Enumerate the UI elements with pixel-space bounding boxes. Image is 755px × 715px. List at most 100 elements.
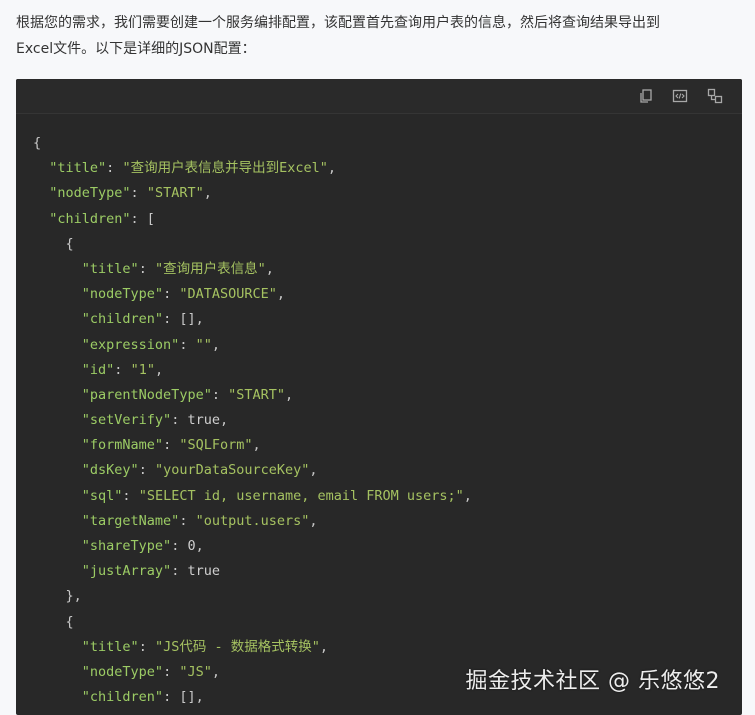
- code-token: :: [163, 286, 180, 303]
- code-line: "nodeType": "JS",: [33, 660, 472, 685]
- layout-icon[interactable]: [707, 88, 723, 104]
- code-token: "1": [130, 361, 155, 378]
- code-token: "sql": [81, 487, 123, 504]
- code-line: "justArray": true: [33, 559, 472, 584]
- code-token: :: [171, 538, 188, 554]
- code-token: "nodeType": [81, 663, 164, 680]
- code-token: :: [114, 361, 131, 378]
- code-token: ,: [203, 185, 212, 202]
- code-token: ,: [252, 437, 261, 454]
- code-token: "JS": [179, 663, 212, 680]
- watermark: 掘金技术社区 @ 乐悠悠2: [465, 669, 720, 694]
- code-token: "SELECT id, username, email FROM users;": [138, 487, 464, 504]
- intro-text: 根据您的需求，我们需要创建一个服务编排配置，该配置首先查询用户表的信息，然后将查…: [16, 10, 744, 62]
- code-token: "parentNodeType": [81, 386, 212, 403]
- code-line: {: [33, 232, 472, 257]
- code-token: "shareType": [81, 538, 172, 554]
- code-token: : [: [130, 210, 155, 227]
- code-token: ,: [309, 462, 318, 479]
- code-line: "setVerify": true,: [33, 408, 472, 433]
- code-line: {: [33, 610, 472, 635]
- code-line: "dsKey": "yourDataSourceKey",: [33, 458, 472, 483]
- code-toolbar: [16, 79, 742, 114]
- code-token: "expression": [81, 336, 180, 353]
- intro-line-2: Excel文件。以下是详细的JSON配置：: [16, 41, 256, 57]
- code-line: "targetName": "output.users",: [33, 509, 472, 534]
- code-line: "children": [],: [33, 307, 472, 332]
- code-token: true: [187, 412, 220, 429]
- code-token: "title": [81, 638, 139, 655]
- code-token: :: [138, 260, 155, 277]
- code-token: {: [65, 613, 74, 630]
- code-line: "expression": "",: [33, 333, 472, 358]
- code-line: "shareType": 0,: [33, 534, 472, 559]
- code-token: :: [211, 386, 229, 403]
- code-token: : [],: [163, 689, 204, 706]
- code-line: "parentNodeType": "START",: [33, 383, 472, 408]
- code-line: "sql": "SELECT id, username, email FROM …: [33, 484, 472, 509]
- code-token: "查询用户表信息": [154, 260, 266, 277]
- code-token: "children": [81, 311, 164, 328]
- code-token: "yourDataSourceKey": [154, 462, 310, 479]
- code-line: "title": "查询用户表信息",: [33, 257, 472, 282]
- code-token: "START": [228, 386, 285, 403]
- code-token: true: [187, 563, 220, 580]
- code-token: :: [171, 563, 188, 580]
- code-token: "DATASOURCE": [179, 286, 277, 303]
- code-token: "nodeType": [49, 185, 131, 202]
- code-token: ,: [265, 260, 274, 277]
- code-token: {: [65, 235, 74, 252]
- code-token: : [],: [163, 311, 204, 328]
- code-line: "nodeType": "DATASOURCE",: [33, 282, 472, 307]
- code-token: ,: [211, 663, 220, 680]
- copy-icon[interactable]: [638, 88, 654, 104]
- intro-line-1: 根据您的需求，我们需要创建一个服务编排配置，该配置首先查询用户表的信息，然后将查…: [16, 15, 660, 31]
- code-line: },: [33, 584, 472, 609]
- code-line: {: [33, 131, 472, 156]
- code-token: "title": [81, 260, 139, 277]
- code-line: "title": "查询用户表信息并导出到Excel",: [33, 156, 472, 181]
- code-token: ,: [309, 512, 318, 529]
- code-token: "justArray": [81, 563, 172, 580]
- code-content: { "title": "查询用户表信息并导出到Excel", "nodeType…: [33, 131, 472, 710]
- code-token: ,: [211, 336, 220, 353]
- code-token: },: [65, 588, 82, 605]
- code-token: "": [195, 336, 212, 353]
- page: 根据您的需求，我们需要创建一个服务编排配置，该配置首先查询用户表的信息，然后将查…: [0, 0, 755, 715]
- code-token: :: [179, 512, 196, 529]
- code-token: :: [163, 663, 180, 680]
- code-token: "formName": [81, 437, 164, 454]
- code-token: "setVerify": [81, 412, 172, 429]
- code-token: :: [106, 160, 123, 177]
- code-view-icon[interactable]: [672, 88, 688, 104]
- code-line: "id": "1",: [33, 358, 472, 383]
- code-token: :: [138, 462, 155, 479]
- code-token: :: [138, 638, 155, 655]
- code-token: {: [33, 135, 42, 151]
- code-token: ,: [219, 412, 229, 429]
- code-token: "children": [49, 210, 131, 227]
- code-token: ,: [285, 386, 294, 403]
- code-line: "nodeType": "START",: [33, 181, 472, 206]
- code-line: "formName": "SQLForm",: [33, 433, 472, 458]
- code-token: :: [179, 336, 196, 353]
- code-token: "targetName": [81, 512, 180, 529]
